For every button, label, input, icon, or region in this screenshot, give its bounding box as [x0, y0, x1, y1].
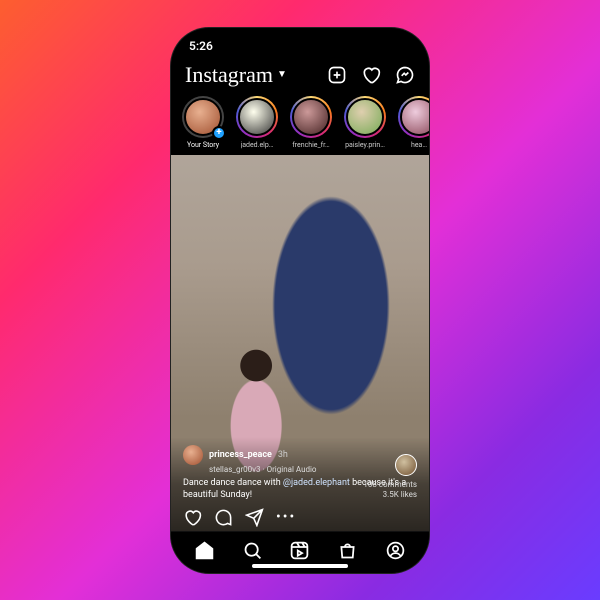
story-item[interactable]: jaded.elp…: [235, 96, 279, 149]
story-label: paisley.prin…: [345, 141, 385, 149]
story-label: hea…: [411, 141, 427, 149]
nav-reels[interactable]: [289, 540, 310, 565]
story-item[interactable]: paisley.prin…: [343, 96, 387, 149]
logo-text: Instagram: [185, 62, 273, 88]
post-username[interactable]: princess_peace: [209, 450, 272, 460]
nav-home[interactable]: [194, 540, 215, 565]
chevron-down-icon: ▼: [277, 69, 287, 80]
more-options-icon[interactable]: •••: [276, 509, 296, 525]
comment-icon[interactable]: [214, 508, 233, 527]
home-indicator[interactable]: [252, 564, 348, 568]
story-label: frenchie_fr…: [292, 141, 329, 149]
instagram-logo[interactable]: Instagram ▼: [185, 62, 287, 88]
feed-post[interactable]: princess_peace 3h stellas_gr00v3 · Origi…: [171, 155, 429, 531]
likes-count[interactable]: 3.5K likes: [363, 490, 417, 500]
post-timestamp: 3h: [278, 450, 288, 460]
create-post-icon[interactable]: [327, 65, 347, 85]
nav-profile[interactable]: [385, 540, 406, 565]
status-time: 5:26: [189, 39, 213, 53]
like-heart-icon[interactable]: [183, 508, 202, 527]
nav-search[interactable]: [242, 540, 263, 565]
top-bar: Instagram ▼: [171, 60, 429, 92]
mention-link[interactable]: @jaded.elephant: [283, 478, 350, 488]
collab-avatar[interactable]: [395, 454, 417, 476]
messenger-icon[interactable]: [395, 65, 415, 85]
story-your-story[interactable]: + Your Story: [181, 96, 225, 149]
story-item[interactable]: hea…: [397, 96, 429, 149]
story-label: jaded.elp…: [241, 141, 274, 149]
share-icon[interactable]: [245, 508, 264, 527]
story-label: Your Story: [187, 141, 219, 149]
post-stats[interactable]: 108 comments 3.5K likes: [363, 454, 417, 501]
notch: [245, 28, 355, 50]
phone-frame: 5:26 Instagram ▼ + Your Story: [171, 28, 429, 573]
comments-count[interactable]: 108 comments: [363, 480, 417, 490]
add-story-plus-icon[interactable]: +: [212, 126, 226, 140]
story-item[interactable]: frenchie_fr…: [289, 96, 333, 149]
stories-tray[interactable]: + Your Story jaded.elp… frenchie_fr… pai…: [171, 92, 429, 155]
activity-heart-icon[interactable]: [361, 65, 381, 85]
post-author-avatar[interactable]: [183, 445, 203, 465]
nav-shop[interactable]: [337, 540, 358, 565]
post-overlay: princess_peace 3h stellas_gr00v3 · Origi…: [171, 437, 429, 530]
